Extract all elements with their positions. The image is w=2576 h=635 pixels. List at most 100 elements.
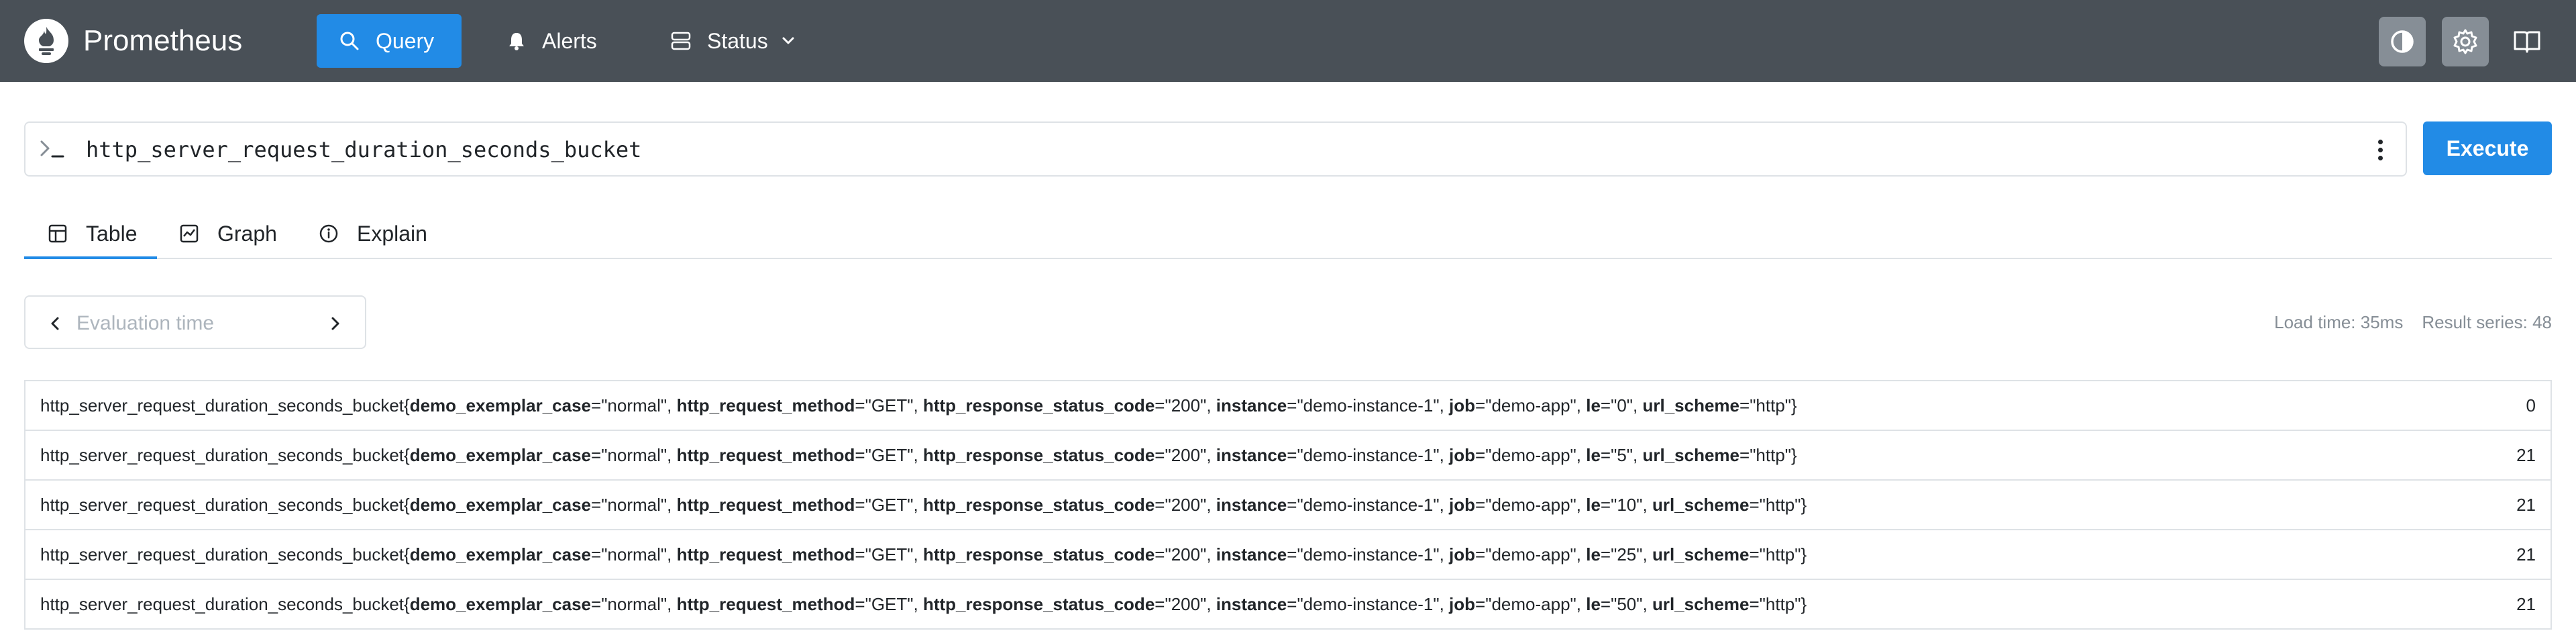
label-value: "200" [1165,495,1207,515]
query-options-menu-icon[interactable] [2373,136,2387,163]
chevron-right-icon[interactable] [322,310,349,337]
label-key: http_request_method [676,495,855,515]
chevron-left-icon[interactable] [42,310,68,337]
label-value: "200" [1165,395,1207,416]
query-expression[interactable]: http_server_request_duration_seconds_buc… [86,136,641,163]
execute-button[interactable]: Execute [2423,121,2552,175]
book-icon [2514,31,2540,53]
theme-toggle-button[interactable] [2379,17,2426,66]
sample-value: 21 [2516,445,2536,465]
table-row: http_server_request_duration_seconds_buc… [25,580,2551,630]
top-navbar: Prometheus Query Alerts Status [0,0,2576,82]
label-key: http_response_status_code [922,445,1155,465]
nav-status-label: Status [707,28,768,53]
label-value: "demo-instance-1" [1297,495,1440,515]
label-key: le [1586,445,1601,465]
label-key: demo_exemplar_case [409,544,592,565]
search-icon [340,32,359,50]
label-key: http_request_method [676,395,855,416]
series-label: http_server_request_duration_seconds_buc… [40,544,1807,565]
tab-graph[interactable]: Graph [180,208,277,259]
label-value: "normal" [601,395,667,416]
bell-icon [509,33,524,50]
tab-explain[interactable]: Explain [319,208,427,259]
query-stats: Load time: 35ms Result series: 48 [2274,311,2552,333]
settings-button[interactable] [2442,17,2489,66]
nav-alerts-label: Alerts [542,28,597,53]
result-series-count: Result series: 48 [2422,312,2552,332]
label-value: "200" [1165,594,1207,614]
label-key: le [1586,544,1601,565]
label-value: "normal" [601,544,667,565]
label-value: "demo-app" [1485,395,1576,416]
metric-name: http_server_request_duration_seconds_buc… [40,445,405,465]
label-key: demo_exemplar_case [409,495,592,515]
label-key: http_request_method [676,544,855,565]
label-key: instance [1216,544,1287,565]
label-key: instance [1216,594,1287,614]
sample-value: 21 [2516,495,2536,515]
brand-title[interactable]: Prometheus [83,23,242,58]
label-key: http_response_status_code [922,594,1155,614]
load-time: Load time: 35ms [2274,312,2404,332]
evaluation-time-picker[interactable]: Evaluation time [24,295,366,349]
graph-icon [180,224,199,243]
table-row: http_server_request_duration_seconds_buc… [25,481,2551,530]
label-value: "normal" [601,495,667,515]
label-key: instance [1216,395,1287,416]
table-icon [48,224,67,243]
theme-toggle-icon [2391,30,2414,53]
query-input-box[interactable]: http_server_request_duration_seconds_buc… [24,121,2407,177]
label-value: "10" [1611,495,1643,515]
metric-name: http_server_request_duration_seconds_buc… [40,395,405,416]
label-value: "demo-instance-1" [1297,445,1440,465]
tab-explain-label: Explain [357,221,427,246]
evaluation-time-input[interactable]: Evaluation time [76,310,214,337]
label-key: http_response_status_code [922,395,1155,416]
label-value: "demo-instance-1" [1297,594,1440,614]
label-key: le [1586,395,1601,416]
metric-name: http_server_request_duration_seconds_buc… [40,495,405,515]
label-value: "200" [1165,544,1207,565]
tab-graph-label: Graph [217,221,277,246]
label-value: "5" [1611,445,1633,465]
label-value: "http" [1750,445,1792,465]
label-key: instance [1216,495,1287,515]
prometheus-logo-icon[interactable] [24,19,68,63]
gear-icon [2453,29,2477,54]
label-value: "demo-app" [1485,445,1576,465]
label-key: url_scheme [1642,395,1739,416]
label-value: "http" [1750,395,1792,416]
label-key: url_scheme [1652,495,1750,515]
tab-table[interactable]: Table [48,208,138,259]
label-key: instance [1216,445,1287,465]
label-key: url_scheme [1652,594,1750,614]
chevron-down-icon [782,37,794,44]
nav-status-dropdown[interactable]: Status [648,14,819,68]
nav-alerts[interactable]: Alerts [484,14,620,68]
label-key: demo_exemplar_case [409,445,592,465]
label-key: http_response_status_code [922,544,1155,565]
metric-name: http_server_request_duration_seconds_buc… [40,544,405,565]
label-value: "GET" [865,445,914,465]
label-value: "demo-app" [1485,544,1576,565]
label-key: job [1449,495,1476,515]
docs-button[interactable] [2504,17,2551,66]
sample-value: 0 [2526,395,2536,416]
label-value: "normal" [601,445,667,465]
tab-table-label: Table [86,221,138,246]
metric-name: http_server_request_duration_seconds_buc… [40,594,405,614]
label-key: demo_exemplar_case [409,395,592,416]
label-value: "25" [1611,544,1643,565]
series-label: http_server_request_duration_seconds_buc… [40,395,1797,416]
label-value: "http" [1759,594,1801,614]
nav-query[interactable]: Query [317,14,462,68]
label-value: "http" [1759,544,1801,565]
label-value: "0" [1611,395,1633,416]
label-key: job [1449,544,1476,565]
label-value: "demo-app" [1485,594,1576,614]
terminal-prompt-icon [40,140,64,158]
table-row: http_server_request_duration_seconds_buc… [25,431,2551,481]
label-key: demo_exemplar_case [409,594,592,614]
label-key: job [1449,445,1476,465]
